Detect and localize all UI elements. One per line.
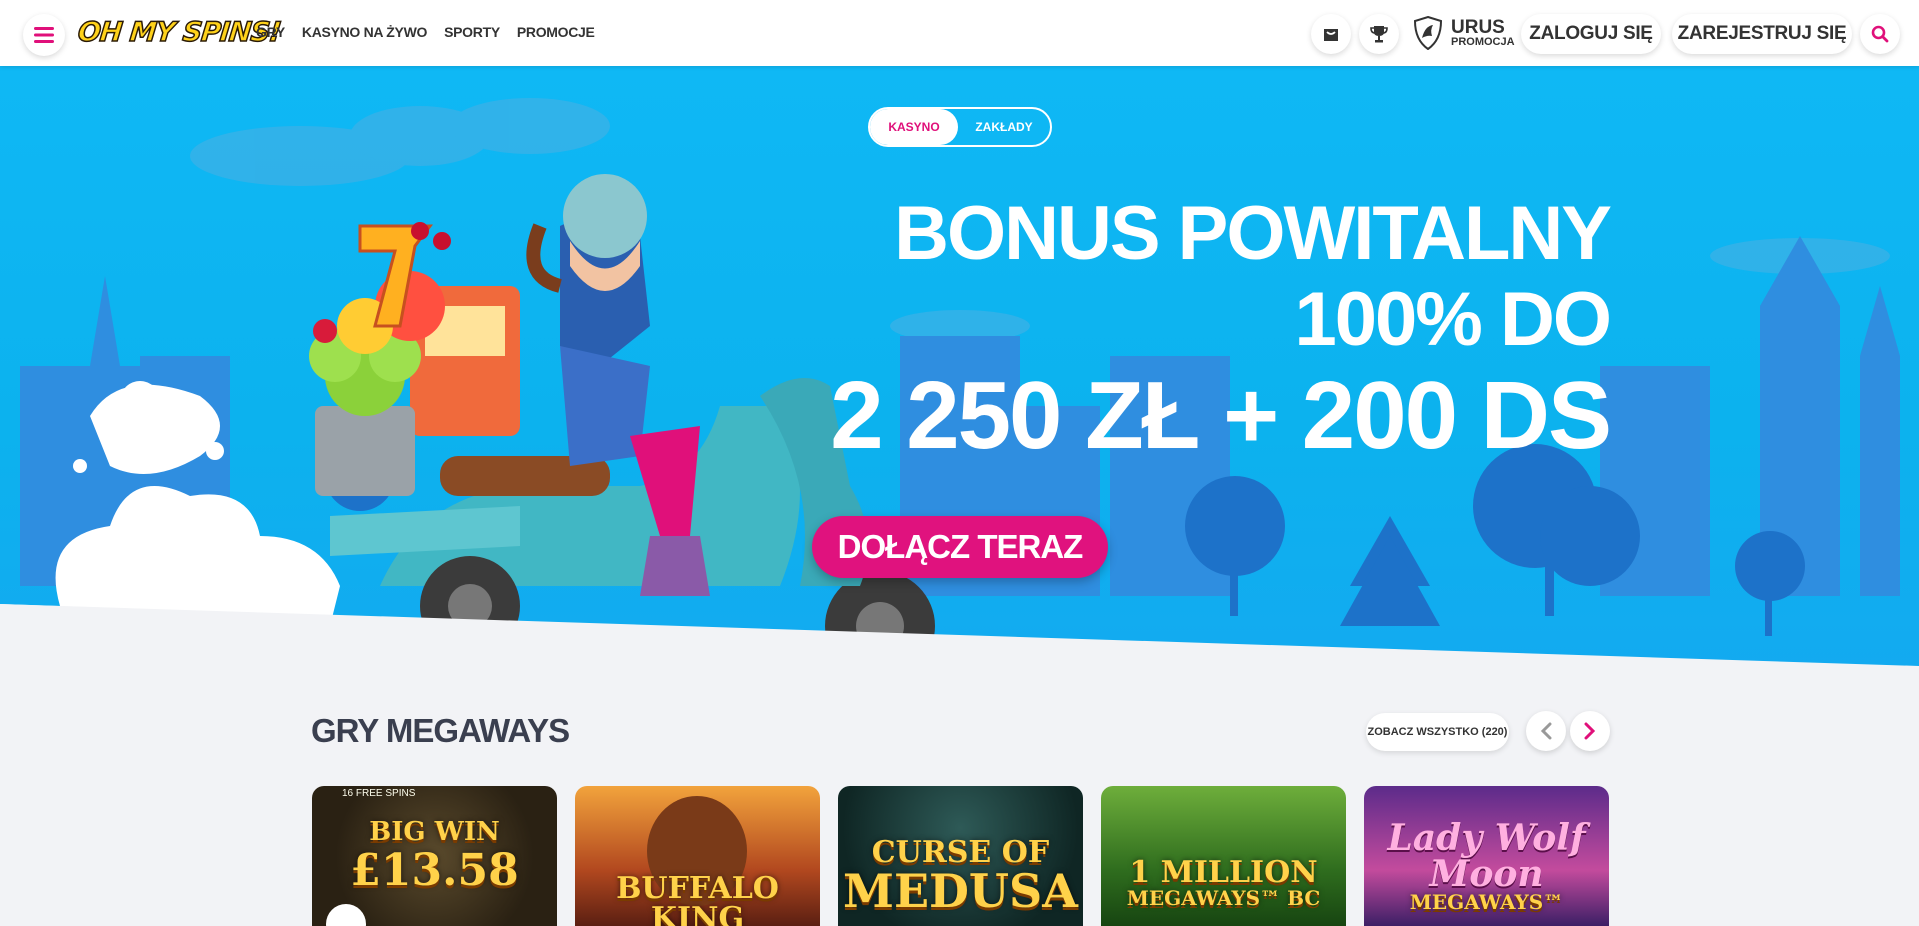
site-logo[interactable]: OH MY SPINS! [76,14,283,50]
bonus-line-1: BONUS POWITALNY [894,191,1612,276]
welcome-bonus-text: BONUS POWITALNY 100% DO 2 250 ZŁ + 200 D… [830,191,1612,469]
game-title-line2: MEGAWAYS™ BC [1126,886,1321,910]
menu-button[interactable] [23,14,65,56]
promo-subtitle: PROMOCJA [1451,36,1515,48]
search-icon [1871,25,1889,43]
bonus-line-2: 100% DO [1294,277,1612,362]
casino-sports-toggle: KASYNO ZAKŁADY [868,107,1052,147]
game-card-big-win[interactable]: 16 FREE SPINS BIG WIN £13.58 [312,786,557,926]
game-title-line1: BIG WIN [369,817,500,847]
game-title-line1: 1 MILLION [1129,855,1318,890]
game-carousel: 16 FREE SPINS BIG WIN £13.58 BUFFALO KIN… [312,786,1609,926]
game-title-line1: BUFFALO KING [616,871,779,926]
chevron-right-icon [1584,722,1596,740]
section-title: GRY MEGAWAYS [311,712,570,749]
main-nav: GRY KASYNO NA ŻYWO SPORTY PROMOCJE [256,24,595,40]
promo-title: URUS [1451,17,1505,38]
game-card-badge: 16 FREE SPINS [342,788,416,799]
toggle-zaklady[interactable]: ZAKŁADY [958,109,1050,145]
toggle-kasyno[interactable]: KASYNO [870,109,958,145]
game-title-line2: MEDUSA [843,864,1078,918]
game-card-buffalo-king[interactable]: BUFFALO KING [575,786,820,926]
join-now-button[interactable]: DOŁĄCZ TERAZ [812,516,1108,578]
logo-text: OH MY SPINS! [76,16,283,49]
game-title-line3: MEGAWAYS™ [1409,890,1564,914]
game-title-line2: £13.58 [350,845,519,896]
bonus-line-3: 2 250 ZŁ + 200 DS [830,362,1612,469]
trophy-icon [1370,26,1388,43]
see-all-button[interactable]: ZOBACZ WSZYSTKO (220) [1366,713,1509,751]
game-card-1-million-megaways[interactable]: 1 MILLION MEGAWAYS™ BC [1101,786,1346,926]
game-title-line2: Moon [1429,853,1544,895]
register-button[interactable]: ZAREJESTRUJ SIĘ [1672,14,1852,54]
play-icon[interactable] [326,904,366,926]
menu-icon [34,27,54,43]
carousel-prev-button[interactable] [1526,711,1566,751]
hero-banner: KASYNO ZAKŁADY BONUS POWITALNY 100% DO 2… [0,66,1919,670]
game-card-curse-of-medusa[interactable]: CURSE OF MEDUSA [838,786,1083,926]
nav-promocje[interactable]: PROMOCJE [517,24,595,40]
nav-gry[interactable]: GRY [256,24,285,40]
top-header: OH MY SPINS! GRY KASYNO NA ŻYWO SPORTY P… [0,0,1919,66]
bag-icon [1324,29,1338,41]
trophy-button[interactable] [1359,14,1399,54]
login-button[interactable]: ZALOGUJ SIĘ [1521,14,1661,54]
shield-icon [1413,16,1443,50]
nav-live-casino[interactable]: KASYNO NA ŻYWO [302,24,427,40]
bag-button[interactable] [1311,14,1351,54]
game-title-line1: Lady Wolf [1387,817,1586,859]
chevron-left-icon [1540,722,1552,740]
urus-promo-link[interactable]: URUS PROMOCJA [1413,16,1515,50]
carousel-next-button[interactable] [1570,711,1610,751]
nav-sporty[interactable]: SPORTY [444,24,500,40]
game-card-lady-wolf-moon[interactable]: Lady Wolf Moon MEGAWAYS™ [1364,786,1609,926]
search-button[interactable] [1860,14,1900,54]
